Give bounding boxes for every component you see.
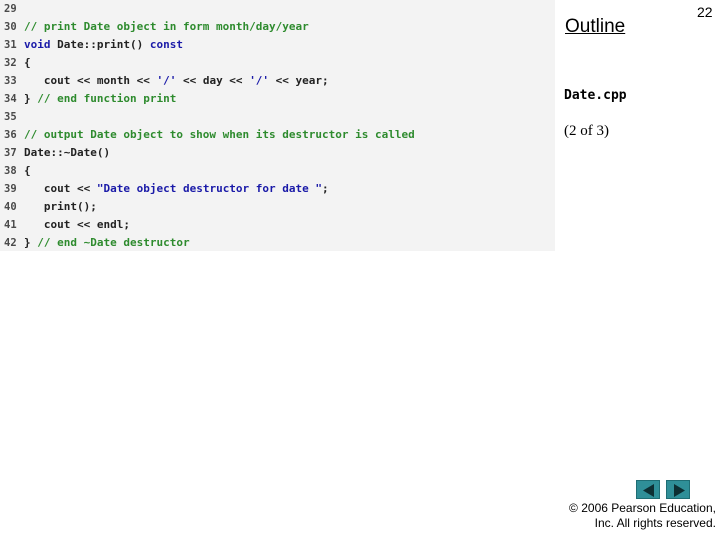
code-line: 42} // end ~Date destructor [4, 234, 415, 252]
code-token-string: "Date object destructor for date " [96, 182, 323, 195]
triangle-left-icon [643, 484, 654, 497]
line-number: 34 [4, 93, 17, 105]
outline-link[interactable]: Outline [565, 16, 625, 38]
code-line: 36 // output Date object to show when its… [4, 126, 415, 144]
code-line: 37 Date::~Date() [4, 144, 415, 162]
code-token-keyword: void [24, 38, 51, 51]
code-token-comment: // print Date object in form month/day/y… [24, 20, 309, 33]
next-slide-button[interactable] [666, 480, 690, 499]
line-number: 40 [4, 201, 17, 213]
code-token-plain: { [24, 56, 31, 69]
code-line: 40 print(); [4, 198, 415, 216]
code-token-plain: } [24, 236, 38, 249]
code-line: 41 cout << endl; [4, 216, 415, 234]
code-token-comment: // end ~Date destructor [37, 236, 190, 249]
line-number: 41 [4, 219, 17, 231]
copyright-line-2: Inc. All rights reserved. [594, 516, 716, 530]
page-of-indicator: (2 of 3) [564, 123, 609, 139]
code-token-keyword: const [149, 38, 183, 51]
previous-slide-button[interactable] [636, 480, 660, 499]
triangle-right-icon [674, 484, 685, 497]
code-token-plain: Date::~Date() [24, 146, 111, 159]
code-token-plain: << day << [176, 74, 250, 87]
line-number: 30 [4, 21, 17, 33]
code-token-plain: { [24, 164, 31, 177]
code-token-string: '/' [249, 74, 270, 87]
line-number: 33 [4, 75, 17, 87]
line-number: 38 [4, 165, 17, 177]
copyright-notice: © 2006 Pearson Education, Inc. All right… [560, 501, 716, 531]
code-line: 32 { [4, 54, 415, 72]
code-token-plain: << year; [269, 74, 329, 87]
code-token-plain: cout << [24, 182, 97, 195]
code-line: 31 void Date::print() const [4, 36, 415, 54]
code-token-plain: } [24, 92, 38, 105]
file-name-label: Date.cpp [564, 88, 627, 103]
code-panel: 29 30 // print Date object in form month/d… [0, 0, 555, 251]
code-token-string: '/' [156, 74, 177, 87]
line-number: 42 [4, 237, 17, 249]
code-token-plain: cout << endl; [24, 218, 130, 231]
code-line: 38 { [4, 162, 415, 180]
code-token-comment: // output Date object to show when its d… [24, 128, 415, 141]
line-number: 32 [4, 57, 17, 69]
code-token-plain: ; [322, 182, 329, 195]
code-token-plain: Date::print() [50, 38, 150, 51]
code-line: 34} // end function print [4, 90, 415, 108]
line-number: 29 [4, 3, 17, 15]
page-number: 22 [697, 4, 713, 20]
code-line: 35 [4, 108, 415, 126]
line-number: 36 [4, 129, 17, 141]
code-line: 29 [4, 0, 415, 18]
copyright-line-1: © 2006 Pearson Education, [569, 501, 716, 515]
code-token-plain: print(); [24, 200, 97, 213]
line-number: 37 [4, 147, 17, 159]
code-token-plain: cout << month << [24, 74, 157, 87]
code-line: 30 // print Date object in form month/day… [4, 18, 415, 36]
code-token-comment: // end function print [37, 92, 177, 105]
code-line: 39 cout << "Date object destructor for d… [4, 180, 415, 198]
code-listing: 29 30 // print Date object in form month/d… [4, 0, 415, 252]
code-line: 33 cout << month << '/' << day << '/' <<… [4, 72, 415, 90]
line-number: 31 [4, 39, 17, 51]
line-number: 39 [4, 183, 17, 195]
line-number: 35 [4, 111, 17, 123]
